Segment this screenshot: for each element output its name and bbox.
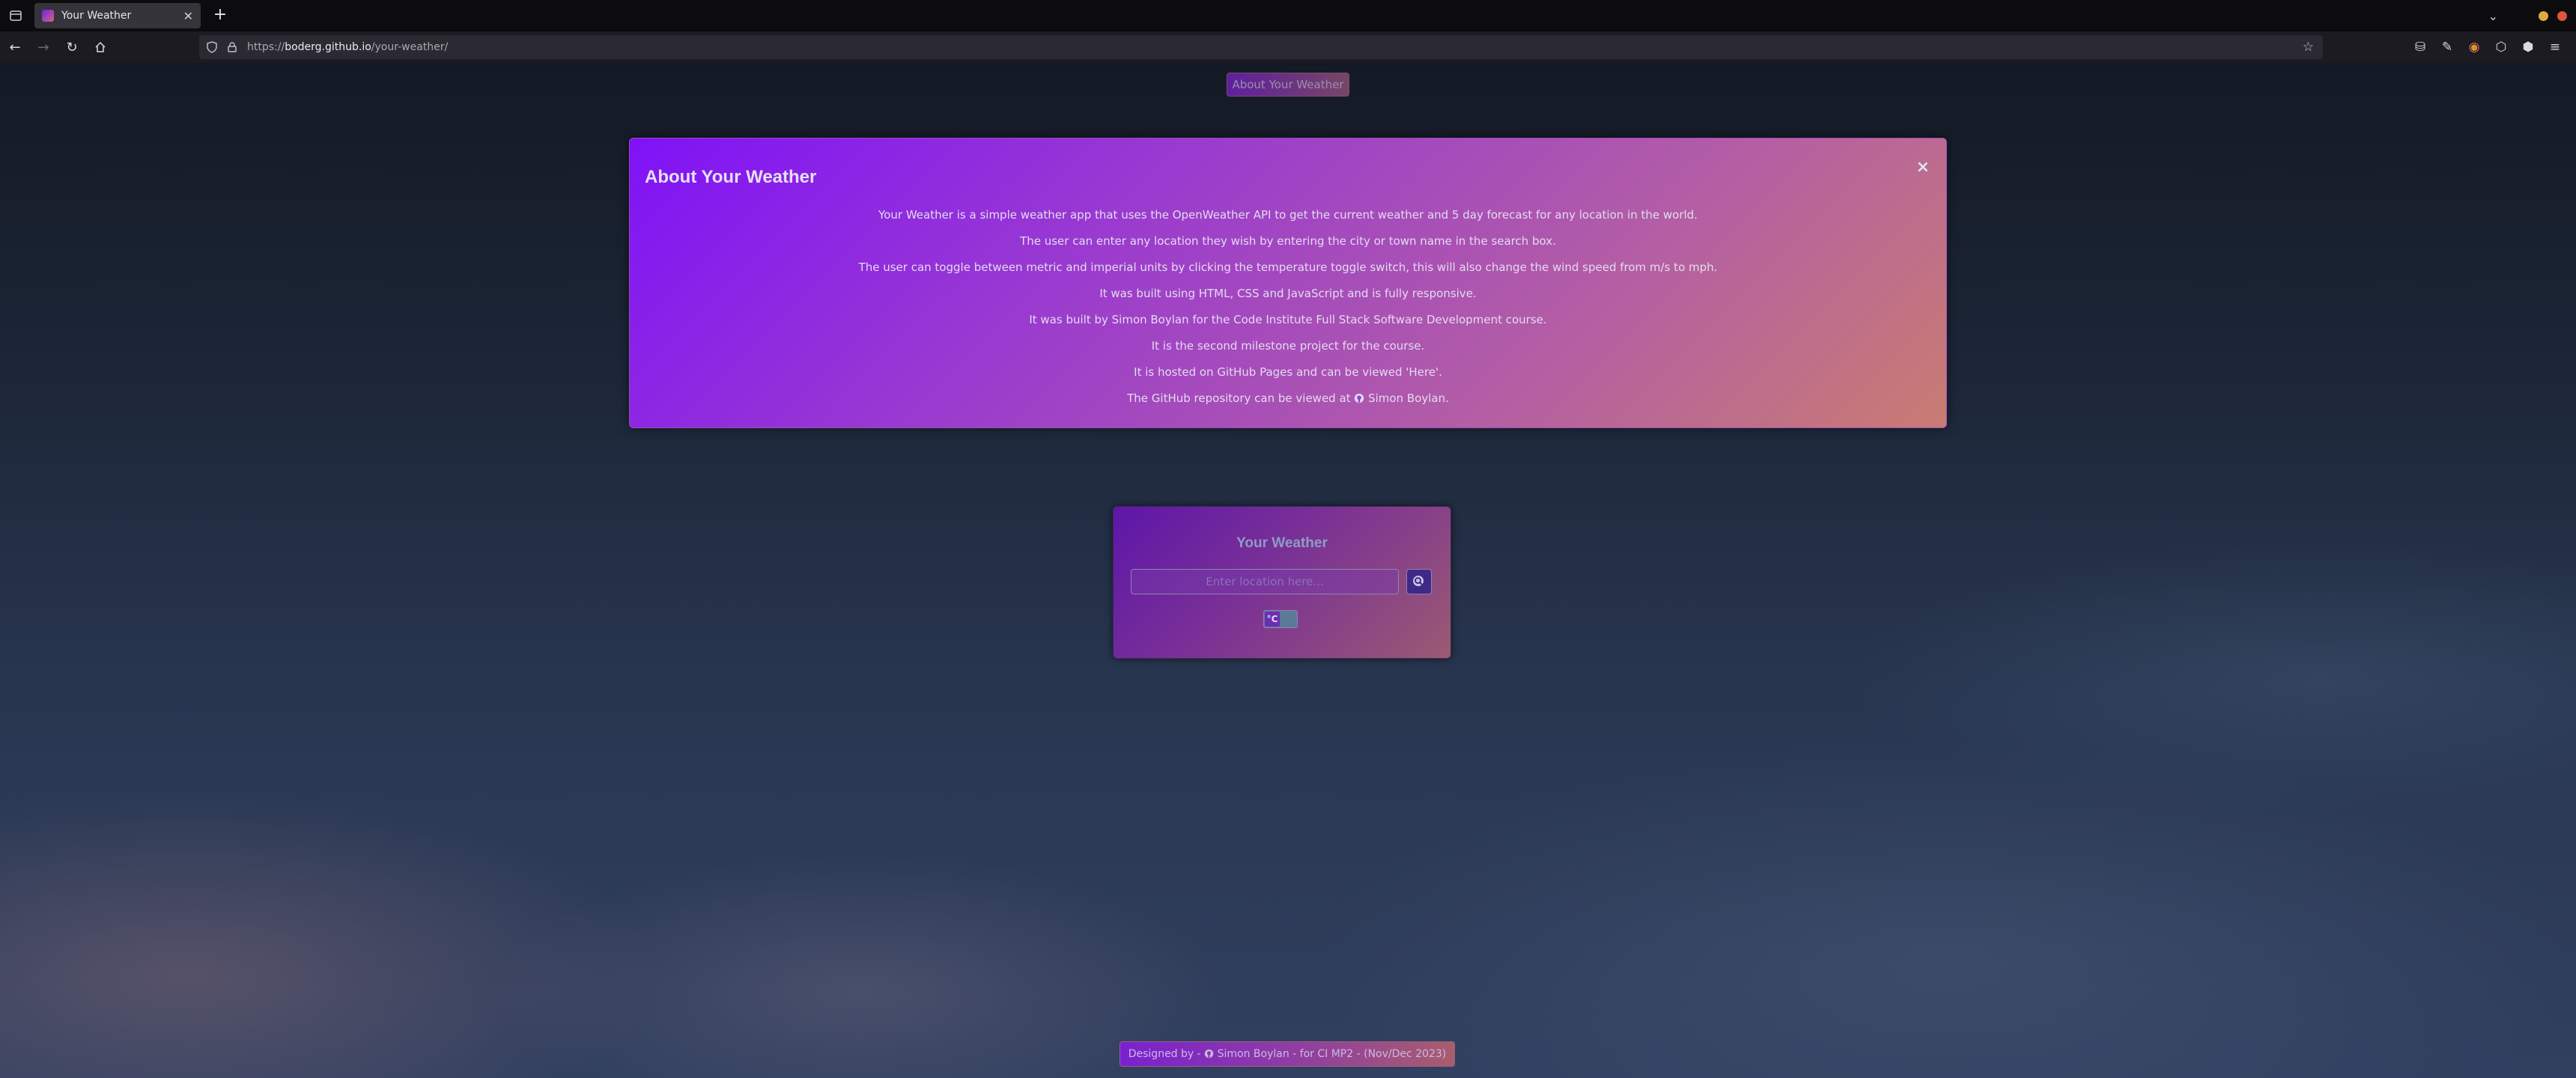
url-host: boderg.github.io (285, 41, 371, 53)
footer-suffix: - for CI MP2 - (Nov/Dec 2023) (1292, 1048, 1447, 1060)
modal-line: It is hosted on GitHub Pages and can be … (1134, 365, 1442, 379)
chevron-down-icon[interactable]: ⌄ (2488, 9, 2498, 23)
tab-list-icon (10, 10, 22, 21)
weather-search-card: Your Weather °C (1113, 506, 1451, 659)
url-path: /your-weather/ (371, 41, 449, 53)
unit-toggle-knob: °C (1265, 612, 1280, 627)
window-controls: ⌄ (2488, 0, 2576, 31)
hamburger-menu-icon[interactable]: ≡ (2542, 40, 2569, 55)
search-input[interactable] (1131, 569, 1399, 594)
shield-icon[interactable] (207, 41, 217, 53)
forward-arrow-icon: → (37, 39, 49, 55)
browser-navbar: ← → ↻ https://boderg.github.io/your-weat… (0, 31, 2576, 63)
plus-icon: + (213, 5, 228, 24)
about-modal: About Your Weather × Your Weather is a s… (629, 138, 1947, 428)
repo-link[interactable]: Simon Boylan. (1368, 392, 1449, 405)
url-text[interactable]: https://boderg.github.io/your-weather/ (247, 41, 448, 53)
minimize-button[interactable] (2539, 10, 2548, 21)
modal-line: The user can toggle between metric and i… (858, 261, 1718, 274)
new-tab-button[interactable]: + (210, 6, 231, 25)
home-button[interactable] (87, 34, 114, 61)
forward-button[interactable]: → (30, 34, 57, 61)
reload-button[interactable]: ↻ (58, 34, 85, 61)
tab-list-button[interactable] (0, 0, 31, 31)
modal-line: Your Weather is a simple weather app tha… (878, 208, 1698, 222)
back-arrow-icon: ← (9, 39, 21, 55)
puzzle-icon[interactable]: ⬡ (2488, 40, 2515, 55)
wrench-icon[interactable]: ✎ (2434, 40, 2461, 55)
tab-title: Your Weather (61, 10, 132, 22)
url-scheme: https:// (247, 41, 285, 53)
reload-icon: ↻ (66, 39, 78, 55)
footer-author-link[interactable]: Simon Boylan (1218, 1048, 1289, 1060)
modal-line: It was built by Simon Boylan for the Cod… (1029, 313, 1547, 326)
back-button[interactable]: ← (1, 34, 28, 61)
browser-tab-active[interactable]: Your Weather ✕ (34, 3, 201, 28)
modal-title: About Your Weather (645, 167, 817, 187)
browser-tab-strip: Your Weather ✕ + ⌄ (0, 0, 2576, 31)
unit-toggle-switch[interactable]: °C (1263, 610, 1298, 628)
footer: Designed by - Simon Boylan - for CI MP2 … (1120, 1041, 1455, 1067)
close-window-button[interactable] (2557, 10, 2567, 21)
github-icon (1355, 393, 1364, 404)
url-bar[interactable]: https://boderg.github.io/your-weather/ ☆ (199, 35, 2323, 59)
extension-icon[interactable]: ⛁ (2407, 40, 2434, 55)
repo-line-prefix: The GitHub repository can be viewed at (1127, 392, 1351, 405)
shield-icon[interactable]: ⬢ (2515, 40, 2542, 55)
modal-line: The user can enter any location they wis… (1020, 234, 1556, 248)
star-icon[interactable]: ☆ (2303, 40, 2314, 55)
card-title: Your Weather (1236, 535, 1328, 551)
modal-line: It is the second milestone project for t… (1151, 339, 1425, 353)
modal-body: Your Weather is a simple weather app tha… (630, 207, 1946, 417)
about-button[interactable]: About Your Weather (1227, 73, 1349, 97)
browser-toolbar: ⛁ ✎ ◉ ⬡ ⬢ ≡ (2407, 31, 2569, 63)
github-icon (1204, 1049, 1214, 1059)
search-icon (1413, 576, 1424, 586)
close-icon[interactable]: ✕ (183, 9, 193, 23)
page-background: About Your Weather About Your Weather × … (0, 63, 2576, 1078)
search-button[interactable] (1406, 569, 1432, 594)
footer-prefix: Designed by - (1128, 1048, 1201, 1060)
modal-line-repo: The GitHub repository can be viewed at S… (630, 391, 1946, 417)
close-icon[interactable]: × (1916, 158, 1930, 177)
favicon-icon (42, 10, 54, 22)
home-icon (95, 41, 106, 52)
extension-icon[interactable]: ◉ (2461, 40, 2488, 55)
modal-line: It was built using HTML, CSS and JavaScr… (1099, 287, 1477, 300)
lock-icon[interactable] (228, 42, 237, 52)
